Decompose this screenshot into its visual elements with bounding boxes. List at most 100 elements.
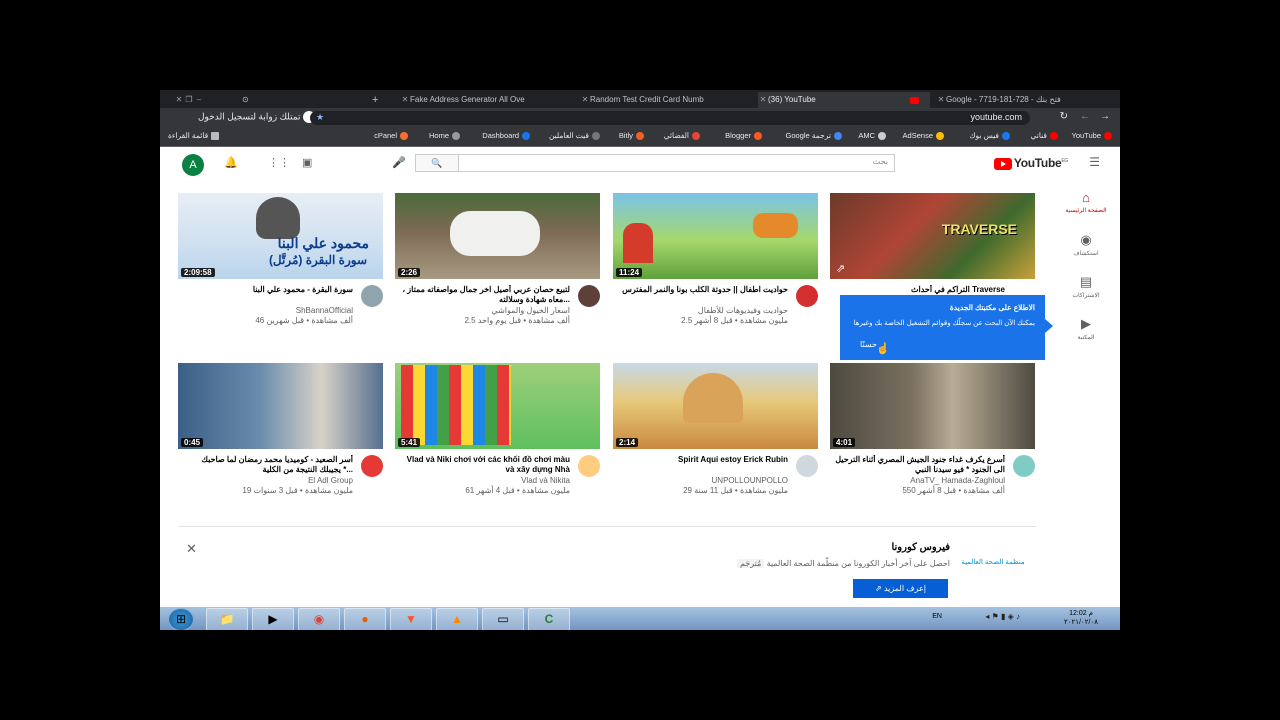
taskbar-chrome[interactable]: ◉ <box>298 608 340 630</box>
nav-subscriptions[interactable]: ▤ الاشتراكات <box>1064 274 1108 299</box>
channel-name[interactable]: Vlad và Nikita <box>521 476 570 485</box>
video-card[interactable]: 4:01 أسرع يكرف غداء جنود الجيش المصري أث… <box>830 363 1035 505</box>
video-title[interactable]: حواديت اطفال || حدوتة الكلب بونا والنمر … <box>618 285 788 305</box>
create-video-icon[interactable]: ▣ <box>302 156 312 169</box>
bookmark-amc[interactable]: AMC <box>858 131 886 141</box>
tab-close-icon[interactable]: ✕ <box>580 92 590 108</box>
video-card[interactable]: 0:45 أسر الصعيد - كوميديا محمد رمضان لما… <box>178 363 383 505</box>
channel-name[interactable]: ShBannaOfficial <box>296 306 353 315</box>
video-card[interactable]: 5:41 Vlad và Niki chơi với các khối đồ c… <box>395 363 600 505</box>
address-bar[interactable]: ★ youtube.com <box>310 111 1030 125</box>
reading-list[interactable]: قائمة القراءة <box>168 131 220 141</box>
profile-notification[interactable]: تمتلك زوابة لتسجيل الدخول <box>198 111 316 123</box>
tab-close-icon[interactable]: ✕ <box>936 92 946 108</box>
bookmark-home[interactable]: Home <box>429 131 460 141</box>
channel-avatar[interactable] <box>796 285 818 307</box>
avatar[interactable]: A <box>182 154 204 176</box>
video-thumbnail[interactable]: 5:41 <box>395 363 600 449</box>
close-icon[interactable]: ✕ <box>186 541 197 557</box>
video-title[interactable]: لتبيع حصان عربي أصيل اخر جمال مواصفاته م… <box>400 285 570 305</box>
tab-google[interactable]: ✕ Google - 7719-181-728 - فتح بنك <box>936 92 1106 108</box>
minimize-icon[interactable]: – <box>194 92 204 108</box>
bookmark-adsense[interactable]: AdSense <box>903 131 944 141</box>
voice-search-icon[interactable]: 🎤 <box>392 156 406 169</box>
reload-icon[interactable]: ↻ <box>1060 111 1068 122</box>
close-icon[interactable]: ✕ <box>174 92 184 108</box>
youtube-logo[interactable]: YouTubeEG <box>993 156 1068 170</box>
video-title[interactable]: Spirit Aqui estoy Erick Rubin <box>618 455 788 475</box>
start-button[interactable]: ⊞ <box>168 608 194 630</box>
video-thumbnail[interactable]: 0:45 <box>178 363 383 449</box>
video-card[interactable]: 2:14 Spirit Aqui estoy Erick Rubin UNPOL… <box>613 363 818 505</box>
video-thumbnail[interactable]: 2:26 <box>395 193 600 279</box>
taskbar-media-player[interactable]: ▶ <box>252 608 294 630</box>
search-box[interactable]: 🔍 بحث <box>415 154 895 172</box>
channel-name[interactable]: حواديت وفيديوهات للأطفال <box>698 306 788 315</box>
tab-credit-card[interactable]: ✕ Random Test Credit Card Numb <box>580 92 750 108</box>
channel-avatar[interactable] <box>796 455 818 477</box>
window-controls[interactable]: ✕ ❐ – <box>174 92 234 108</box>
channel-avatar[interactable] <box>1013 455 1035 477</box>
tab-close-icon[interactable]: ✕ <box>758 92 768 108</box>
apps-icon[interactable]: ⋮⋮ <box>268 156 290 169</box>
channel-name[interactable]: UNPOLLOUNPOLLO <box>712 476 788 485</box>
bookmark-star-icon[interactable]: ★ <box>316 112 324 123</box>
bookmark-cpanel[interactable]: cPanel <box>374 131 408 141</box>
video-title[interactable]: أسرع يكرف غداء جنود الجيش المصري أثناء ا… <box>835 455 1005 475</box>
bookmark-workers[interactable]: قيت العاملين <box>549 131 600 141</box>
tray-icons[interactable]: ◂ ⚑ ▮ ◈ ♪ <box>985 612 1020 621</box>
channel-avatar[interactable] <box>361 285 383 307</box>
bookmark-dashboard[interactable]: Dashboard <box>482 131 530 141</box>
video-thumbnail[interactable]: محمود علي البنا سورة البقرة (مُرتَّل) 2:… <box>178 193 383 279</box>
notifications-icon[interactable]: 🔔 <box>224 156 238 169</box>
taskbar-camtasia[interactable]: C <box>528 608 570 630</box>
nav-explore[interactable]: ◉ استكشاف <box>1064 232 1108 257</box>
tooltip-ok-button[interactable]: حسنًا <box>860 340 877 349</box>
bookmark-youtube[interactable]: YouTube <box>1072 131 1112 141</box>
video-card[interactable]: 2:26 لتبيع حصان عربي أصيل اخر جمال مواصف… <box>395 193 600 335</box>
taskbar-brave[interactable]: ▼ <box>390 608 432 630</box>
nav-library[interactable]: ▶ المكتبة <box>1064 316 1108 341</box>
channel-name[interactable]: El Adl Group <box>308 476 353 485</box>
bookmark-blogger[interactable]: Blogger <box>725 131 762 141</box>
video-title[interactable]: أسر الصعيد - كوميديا محمد رمضان لما صاحب… <box>183 455 353 475</box>
video-thumbnail[interactable]: 4:01 <box>830 363 1035 449</box>
app-icon: ▭ <box>497 612 509 626</box>
taskbar-vlc[interactable]: ▲ <box>436 608 478 630</box>
tab-youtube[interactable]: ✕ (36) YouTube <box>758 92 930 108</box>
channel-avatar[interactable] <box>578 285 600 307</box>
channel-name[interactable]: اسعار الخيول والمواشي <box>491 306 570 315</box>
video-title[interactable]: سورة البقرة - محمود علي البنا <box>183 285 353 305</box>
channel-avatar[interactable] <box>361 455 383 477</box>
language-indicator[interactable]: EN <box>932 613 942 620</box>
tab-search-icon[interactable]: ⊙ <box>242 92 252 108</box>
taskbar-explorer[interactable]: 📁 <box>206 608 248 630</box>
channel-name[interactable]: AnaTV_ Hamada-Zaghloul <box>910 476 1005 485</box>
video-card[interactable]: محمود علي البنا سورة البقرة (مُرتَّل) 2:… <box>178 193 383 335</box>
taskbar-firefox[interactable]: ● <box>344 608 386 630</box>
video-thumbnail[interactable]: 11:24 <box>613 193 818 279</box>
menu-icon[interactable]: ☰ <box>1089 155 1100 169</box>
bookmark-bitly[interactable]: Bitly <box>619 131 644 141</box>
search-input[interactable]: بحث <box>873 157 888 166</box>
tab-fake-address[interactable]: ✕ Fake Address Generator All Ove <box>400 92 548 108</box>
tab-close-icon[interactable]: ✕ <box>400 92 410 108</box>
nav-home[interactable]: ⌂ الصفحة الرئيسية <box>1064 190 1108 214</box>
bookmark-satellite[interactable]: الفضائي <box>664 131 700 141</box>
back-icon[interactable]: ← <box>1080 111 1090 122</box>
system-clock[interactable]: 12:02 م ٢٠٢١/٠٢/٠٨ <box>1064 609 1098 627</box>
video-card[interactable]: 11:24 حواديت اطفال || حدوتة الكلب بونا و… <box>613 193 818 335</box>
video-thumbnail[interactable]: TRAVERSE ⇗ <box>830 193 1035 279</box>
video-title[interactable]: Vlad và Niki chơi với các khối đồ chơi m… <box>400 455 570 475</box>
forward-icon[interactable]: → <box>1100 111 1110 122</box>
video-thumbnail[interactable]: 2:14 <box>613 363 818 449</box>
search-button[interactable]: 🔍 <box>416 155 459 171</box>
taskbar-app[interactable]: ▭ <box>482 608 524 630</box>
new-tab-button[interactable]: + <box>372 92 386 108</box>
learn-more-button[interactable]: ⇗ إعرف المزيد <box>853 579 948 598</box>
restore-icon[interactable]: ❐ <box>184 92 194 108</box>
bookmark-facebook[interactable]: فيس بوك <box>969 131 1010 141</box>
channel-avatar[interactable] <box>578 455 600 477</box>
bookmark-google-translate[interactable]: Google ترجمة <box>786 131 842 141</box>
bookmark-my-channel[interactable]: قناتي <box>1031 131 1058 141</box>
